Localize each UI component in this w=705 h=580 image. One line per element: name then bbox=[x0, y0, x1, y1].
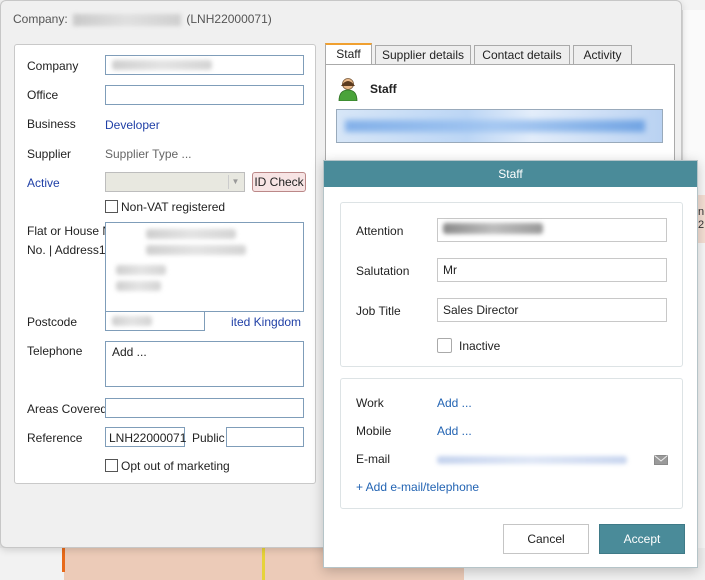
add-email-telephone-link[interactable]: + Add e-mail/telephone bbox=[356, 480, 479, 494]
salutation-label: Salutation bbox=[356, 264, 410, 278]
active-label[interactable]: Active bbox=[27, 176, 60, 190]
supplier-label: Supplier bbox=[27, 147, 72, 161]
supplier-type-link[interactable]: Supplier Type ... bbox=[105, 147, 192, 161]
opt-out-checkbox[interactable] bbox=[105, 459, 118, 472]
telephone-field[interactable]: Add ... bbox=[105, 341, 304, 387]
postcode-redacted bbox=[112, 316, 152, 326]
postcode-label: Postcode bbox=[27, 315, 78, 329]
company-form-panel: Company Office Business Developer Suppli… bbox=[14, 44, 316, 484]
background-marker bbox=[62, 548, 65, 572]
company-field[interactable] bbox=[105, 55, 304, 75]
contact-methods-group: Work Add ... Mobile Add ... E-mail + Add… bbox=[340, 378, 683, 509]
envelope-icon[interactable] bbox=[654, 455, 668, 465]
tab-staff[interactable]: Staff bbox=[325, 43, 372, 65]
opt-out-label: Opt out of marketing bbox=[121, 459, 230, 473]
cancel-button[interactable]: Cancel bbox=[503, 524, 589, 554]
address-field[interactable] bbox=[105, 222, 304, 312]
email-redacted[interactable] bbox=[437, 456, 627, 464]
address-label-line2: No. | Address1 bbox=[27, 243, 106, 257]
business-link[interactable]: Developer bbox=[105, 118, 160, 132]
business-label: Business bbox=[27, 117, 76, 131]
staff-dialog: Staff Attention Salutation Mr Job Title … bbox=[323, 160, 698, 568]
address-redacted bbox=[116, 265, 166, 275]
title-prefix: Company: bbox=[13, 12, 68, 26]
background-marker bbox=[262, 548, 265, 580]
staff-list-selected-row[interactable] bbox=[336, 109, 663, 143]
staff-row-redacted bbox=[345, 120, 645, 132]
attention-label: Attention bbox=[356, 224, 404, 238]
tab-contact-details[interactable]: Contact details bbox=[474, 45, 570, 65]
work-label: Work bbox=[356, 396, 384, 410]
staff-details-group: Attention Salutation Mr Job Title Sales … bbox=[340, 202, 683, 367]
tab-supplier-details[interactable]: Supplier details bbox=[375, 45, 471, 65]
non-vat-checkbox[interactable] bbox=[105, 200, 118, 213]
postcode-field[interactable] bbox=[105, 311, 205, 331]
company-value-redacted bbox=[112, 60, 212, 70]
work-add-link[interactable]: Add ... bbox=[437, 396, 472, 410]
inactive-checkbox[interactable] bbox=[437, 338, 452, 353]
attention-redacted bbox=[443, 223, 543, 234]
job-title-label: Job Title bbox=[356, 304, 401, 318]
background-text: n2 bbox=[698, 206, 705, 231]
person-icon bbox=[338, 78, 358, 101]
id-check-button[interactable]: ID Check bbox=[252, 172, 306, 192]
window-title: Company: (LNH22000071) bbox=[1, 1, 681, 37]
areas-covered-label: Areas Covered bbox=[27, 402, 108, 416]
accept-button[interactable]: Accept bbox=[599, 524, 685, 554]
salutation-field[interactable]: Mr bbox=[437, 258, 667, 282]
mobile-label: Mobile bbox=[356, 424, 392, 438]
inactive-label: Inactive bbox=[459, 339, 501, 353]
office-field[interactable] bbox=[105, 85, 304, 105]
company-name-redacted bbox=[73, 13, 182, 26]
email-label: E-mail bbox=[356, 452, 391, 466]
office-label: Office bbox=[27, 88, 59, 102]
job-title-field[interactable]: Sales Director bbox=[437, 298, 667, 322]
tab-activity[interactable]: Activity bbox=[573, 45, 632, 65]
areas-covered-field[interactable] bbox=[105, 398, 304, 418]
address-redacted bbox=[146, 229, 236, 239]
country-link[interactable]: ited Kingdom bbox=[231, 315, 301, 329]
attention-field[interactable] bbox=[437, 218, 667, 242]
reference-label: Reference bbox=[27, 431, 83, 445]
address-redacted bbox=[146, 245, 246, 255]
non-vat-label: Non-VAT registered bbox=[121, 200, 226, 214]
address-redacted bbox=[116, 281, 161, 291]
active-select[interactable]: ▼ bbox=[105, 172, 245, 192]
company-label: Company bbox=[27, 59, 79, 73]
public-field[interactable] bbox=[226, 427, 304, 447]
chevron-down-icon: ▼ bbox=[228, 175, 242, 189]
telephone-add-link[interactable]: Add ... bbox=[112, 345, 147, 359]
dialog-title: Staff bbox=[324, 161, 697, 187]
mobile-add-link[interactable]: Add ... bbox=[437, 424, 472, 438]
public-label: Public bbox=[192, 431, 225, 445]
title-reference: (LNH22000071) bbox=[186, 12, 272, 26]
staff-heading: Staff bbox=[370, 82, 397, 96]
reference-field[interactable]: LNH22000071 bbox=[105, 427, 186, 447]
staff-tab-panel: Staff bbox=[325, 64, 675, 164]
telephone-label: Telephone bbox=[27, 344, 83, 358]
